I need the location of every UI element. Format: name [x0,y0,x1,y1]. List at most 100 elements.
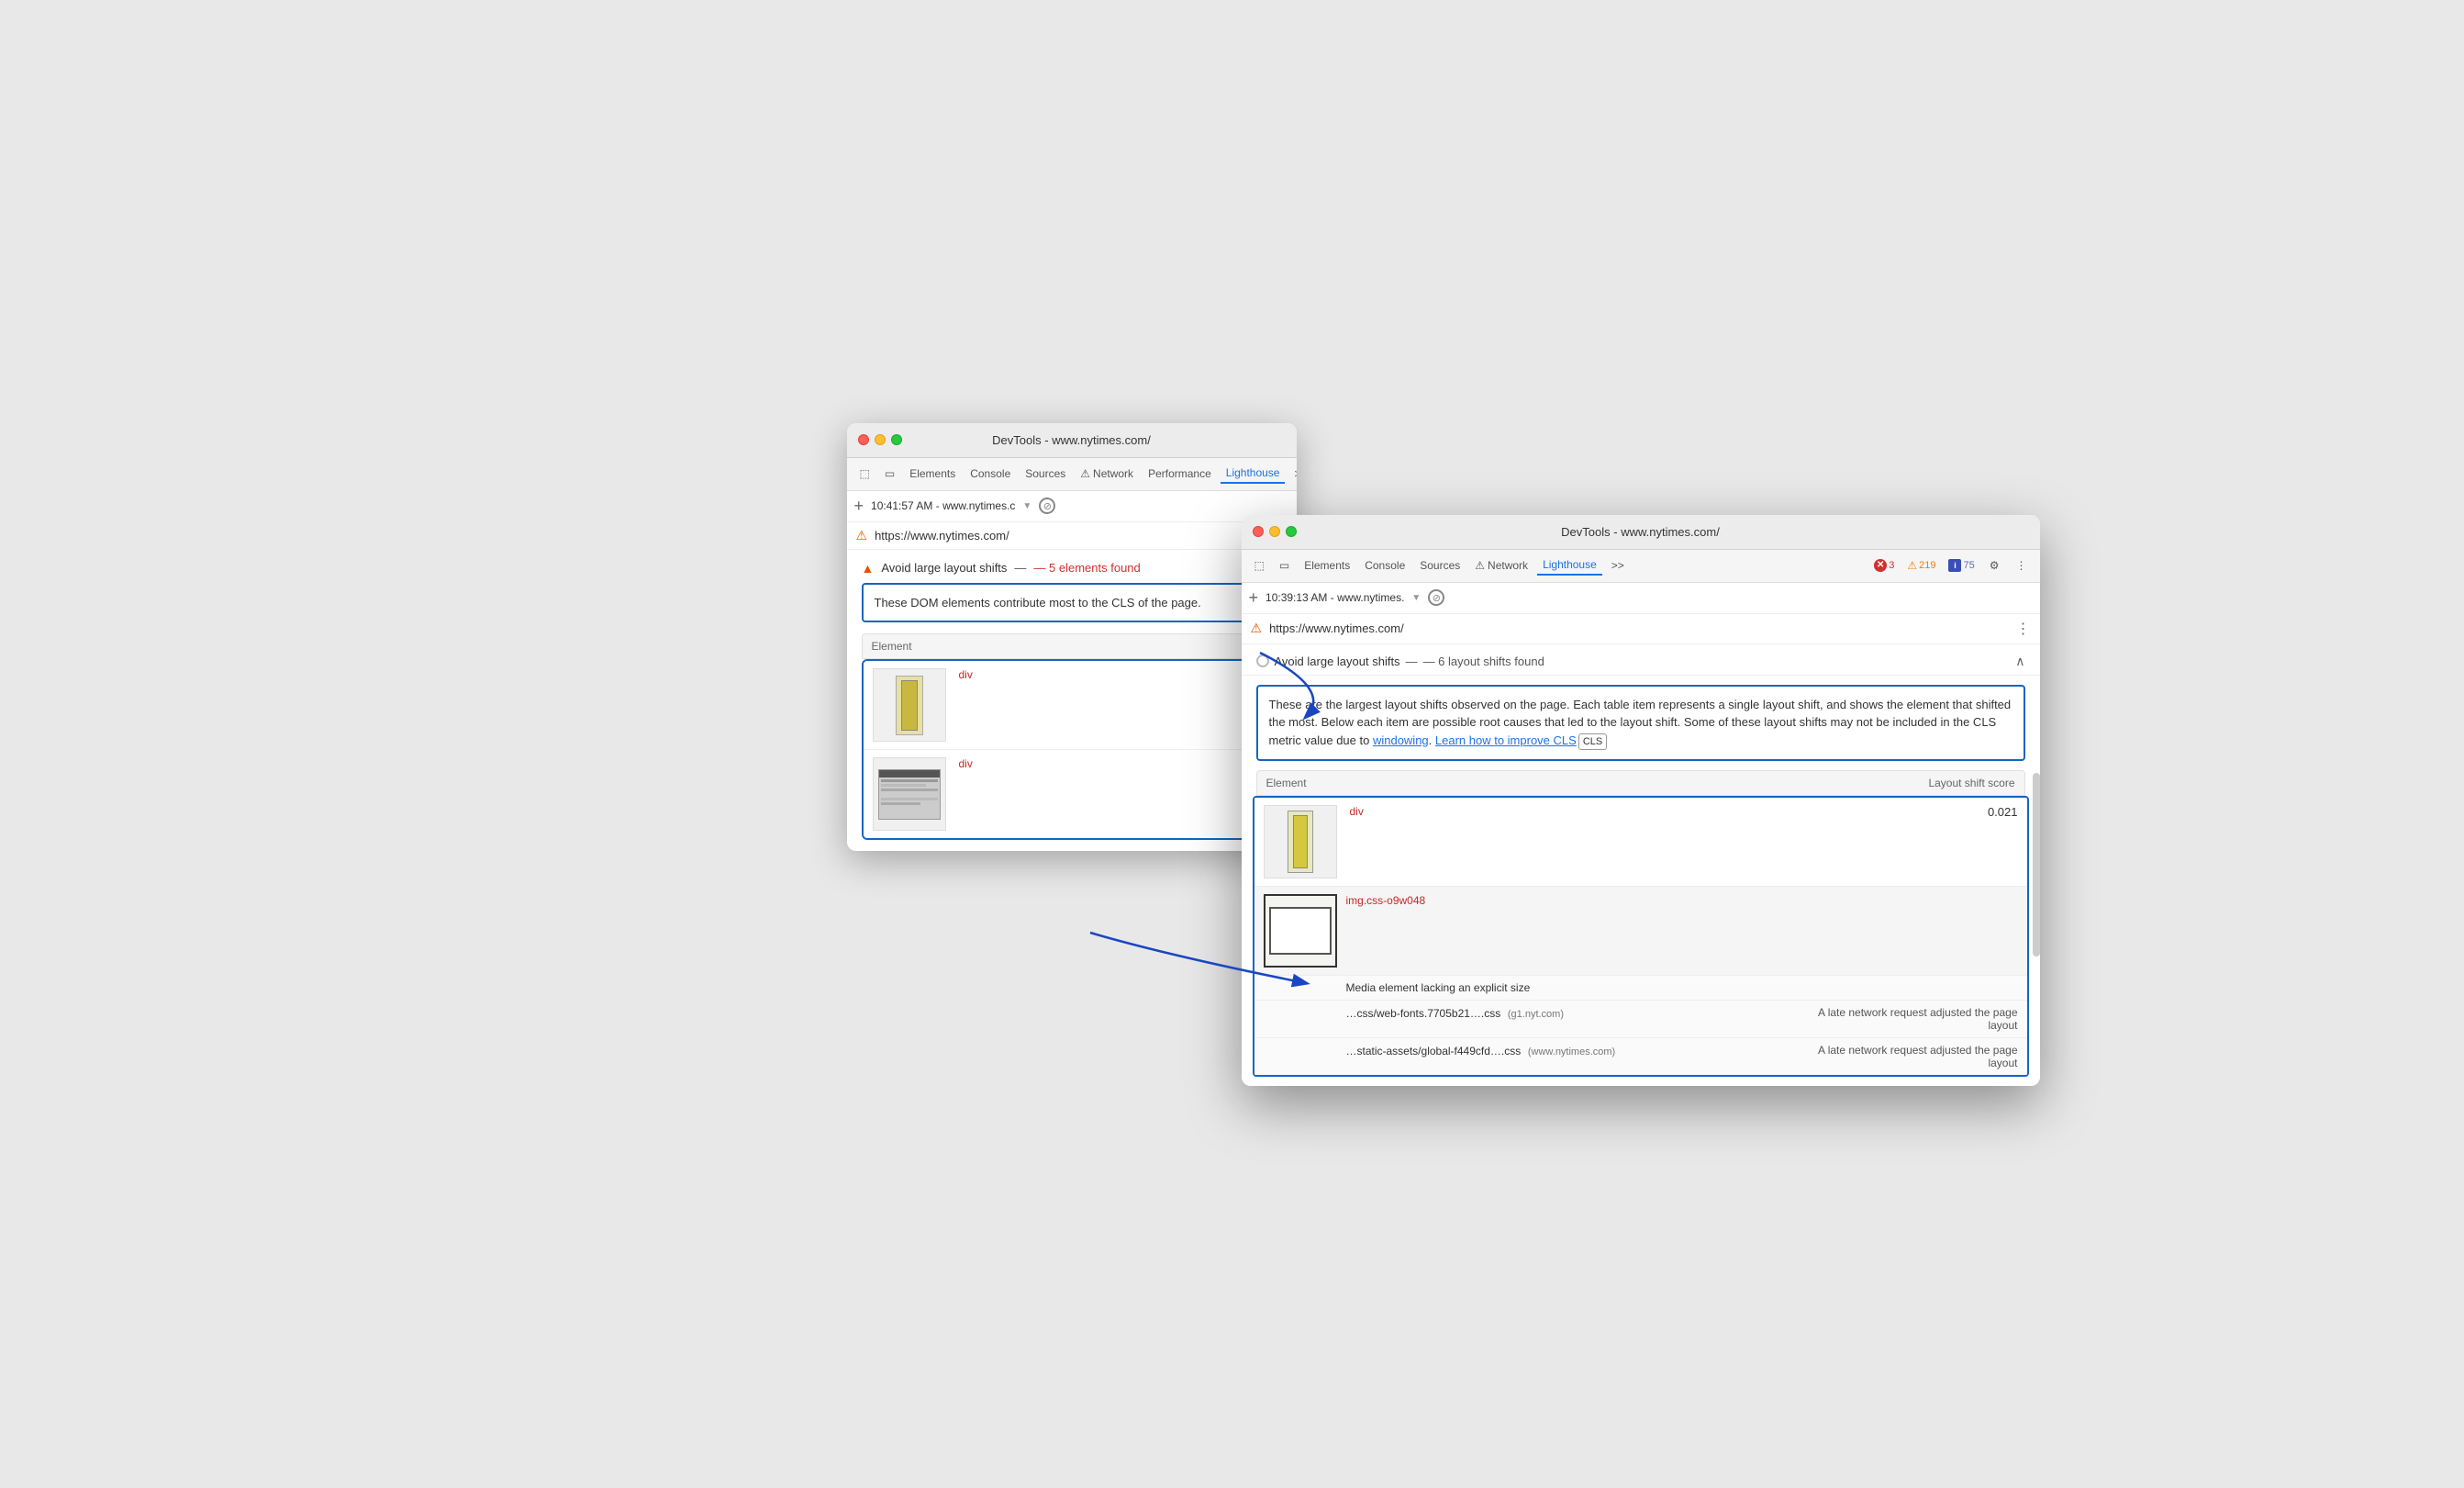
front-elements-tab[interactable]: Elements [1299,556,1355,575]
front-timestamp: 10:39:13 AM - www.nytimes. [1265,591,1404,604]
learn-cls-link[interactable]: Learn how to improve CLS [1435,733,1577,747]
front-column-score: Layout shift score [1928,777,2014,789]
warn-triangle-icon: ▲ [862,561,875,576]
new-tab-btn[interactable]: + [854,497,864,516]
back-row2-main: div [864,750,1280,838]
maximize-button[interactable] [891,434,902,445]
front-network-tab[interactable]: ⚠ Network [1469,556,1533,575]
front-audit-title: Avoid large layout shifts [1275,654,1400,668]
front-more-btn[interactable]: ⋮ [2011,556,2033,575]
front-desc-period: . [1429,733,1435,747]
front-subrow-media: Media element lacking an explicit size [1254,975,2027,1000]
front-more-tabs-btn[interactable]: >> [1606,556,1630,575]
front-domain2: (www.nytimes.com) [1528,1046,1615,1057]
front-chevron-down-icon[interactable]: ▼ [1411,593,1421,603]
traffic-lights [858,434,902,445]
front-row1-score: 0.021 [1988,805,2018,819]
sources-tab[interactable]: Sources [1020,464,1071,483]
front-sources-tab[interactable]: Sources [1414,556,1466,575]
front-column-element: Element [1266,777,1307,789]
back-audit-title: Avoid large layout shifts [881,561,1007,575]
front-titlebar: DevTools - www.nytimes.com/ [1242,515,2040,550]
inspect-icon-btn[interactable]: ⬚ [854,464,875,483]
front-audit-content: Avoid large layout shifts — — 6 layout s… [1242,644,2040,1087]
front-file2-desc: A late network request adjusted the page… [1816,1044,2018,1069]
front-info-badge: i 75 [1945,558,1978,573]
front-device-icon-btn[interactable]: ▭ [1274,556,1295,575]
front-error-badge: ✕ 3 [1870,558,1898,573]
front-audit-row: Avoid large layout shifts — — 6 layout s… [1242,644,2040,676]
security-icon: ⚠ [856,528,868,543]
back-row1-main: div [864,661,1280,749]
front-file1-desc: A late network request adjusted the page… [1816,1006,2018,1032]
back-window-title: DevTools - www.nytimes.com/ [992,433,1151,447]
console-tab[interactable]: Console [964,464,1016,483]
front-row2-tag: img.css-o9w048 [1346,894,1426,907]
more-tabs-btn[interactable]: >> [1288,464,1296,483]
front-row1-main: div 0.021 [1254,798,2027,886]
back-audit-count: — 5 elements found [1033,561,1140,575]
front-element-rows: div 0.021 img.css-o9w048 [1253,796,2029,1077]
chevron-down-icon[interactable]: ▼ [1022,501,1031,511]
back-toolbar: ⬚ ▭ Elements Console Sources ⚠ Network P… [847,458,1297,491]
scrollbar[interactable] [2033,773,2040,957]
front-close-button[interactable] [1253,526,1264,537]
back-table-header: Element [862,633,1282,659]
cls-badge: CLS [1578,733,1607,751]
front-url: https://www.nytimes.com/ [1269,621,1404,635]
front-thumb-2 [1264,894,1337,968]
windowing-link[interactable]: windowing [1373,733,1429,747]
front-file2: …static-assets/global-f449cfd….css [1346,1045,1522,1057]
network-tab[interactable]: ⚠ Network [1075,464,1139,483]
back-description-text: These DOM elements contribute most to th… [875,596,1201,610]
front-warning-icon: ⚠ [1475,559,1485,572]
device-icon-btn[interactable]: ▭ [879,464,900,483]
front-subrow-file1: …css/web-fonts.7705b21….css (g1.nyt.com)… [1254,1000,2027,1037]
front-security-icon: ⚠ [1251,621,1263,636]
front-addressbar: + 10:39:13 AM - www.nytimes. ▼ ⊘ [1242,583,2040,614]
lighthouse-tab[interactable]: Lighthouse [1221,464,1286,484]
front-urlbar: ⚠ https://www.nytimes.com/ ⋮ [1242,614,2040,644]
back-thumb-2 [873,757,946,831]
front-new-tab-btn[interactable]: + [1249,588,1259,608]
front-toolbar: ⬚ ▭ Elements Console Sources ⚠ Network L… [1242,550,2040,583]
front-stop-btn[interactable]: ⊘ [1428,589,1444,606]
front-inspect-icon-btn[interactable]: ⬚ [1249,556,1270,575]
front-table-header: Element Layout shift score [1256,770,2025,796]
devtools-front-window: DevTools - www.nytimes.com/ ⬚ ▭ Elements… [1242,515,2040,1087]
warning-icon: ⚠ [1080,467,1090,480]
minimize-button[interactable] [875,434,886,445]
back-url: https://www.nytimes.com/ [875,529,1009,543]
front-thumb-1 [1264,805,1337,878]
elements-tab[interactable]: Elements [904,464,961,483]
performance-tab[interactable]: Performance [1143,464,1217,483]
back-element-row-1: div [864,661,1280,750]
back-element-rows: div [862,659,1282,840]
front-element-row-1: div 0.021 [1254,798,2027,887]
back-timestamp: 10:41:57 AM - www.nytimes.c [871,499,1015,512]
front-window-title: DevTools - www.nytimes.com/ [1561,525,1720,539]
back-thumb-1 [873,668,946,742]
front-lighthouse-tab[interactable]: Lighthouse [1537,555,1602,576]
collapse-btn[interactable]: ∧ [2015,654,2024,669]
front-settings-btn[interactable]: ⚙ [1984,556,2005,575]
front-row2-main: img.css-o9w048 [1254,887,2027,975]
front-file1: …css/web-fonts.7705b21….css [1346,1007,1501,1020]
front-subrow-file2: …static-assets/global-f449cfd….css (www.… [1254,1037,2027,1075]
circle-radio-icon [1256,654,1269,667]
back-addressbar: + 10:41:57 AM - www.nytimes.c ▼ ⊘ [847,491,1297,522]
back-row2-tag: div [959,757,973,770]
front-media-desc: Media element lacking an explicit size [1346,981,2018,994]
front-console-tab[interactable]: Console [1359,556,1410,575]
back-audit-content: ▲ Avoid large layout shifts — — 5 elemen… [847,550,1297,852]
front-url-more-btn[interactable]: ⋮ [2016,620,2031,638]
front-traffic-lights [1253,526,1297,537]
back-element-row-2: div [864,750,1280,838]
front-maximize-button[interactable] [1286,526,1297,537]
front-warn-badge: ⚠ 219 [1903,558,1939,573]
front-minimize-button[interactable] [1269,526,1280,537]
stop-btn[interactable]: ⊘ [1039,498,1055,514]
close-button[interactable] [858,434,869,445]
front-domain1: (g1.nyt.com) [1508,1009,1564,1020]
back-audit-header: ▲ Avoid large layout shifts — — 5 elemen… [862,561,1282,576]
